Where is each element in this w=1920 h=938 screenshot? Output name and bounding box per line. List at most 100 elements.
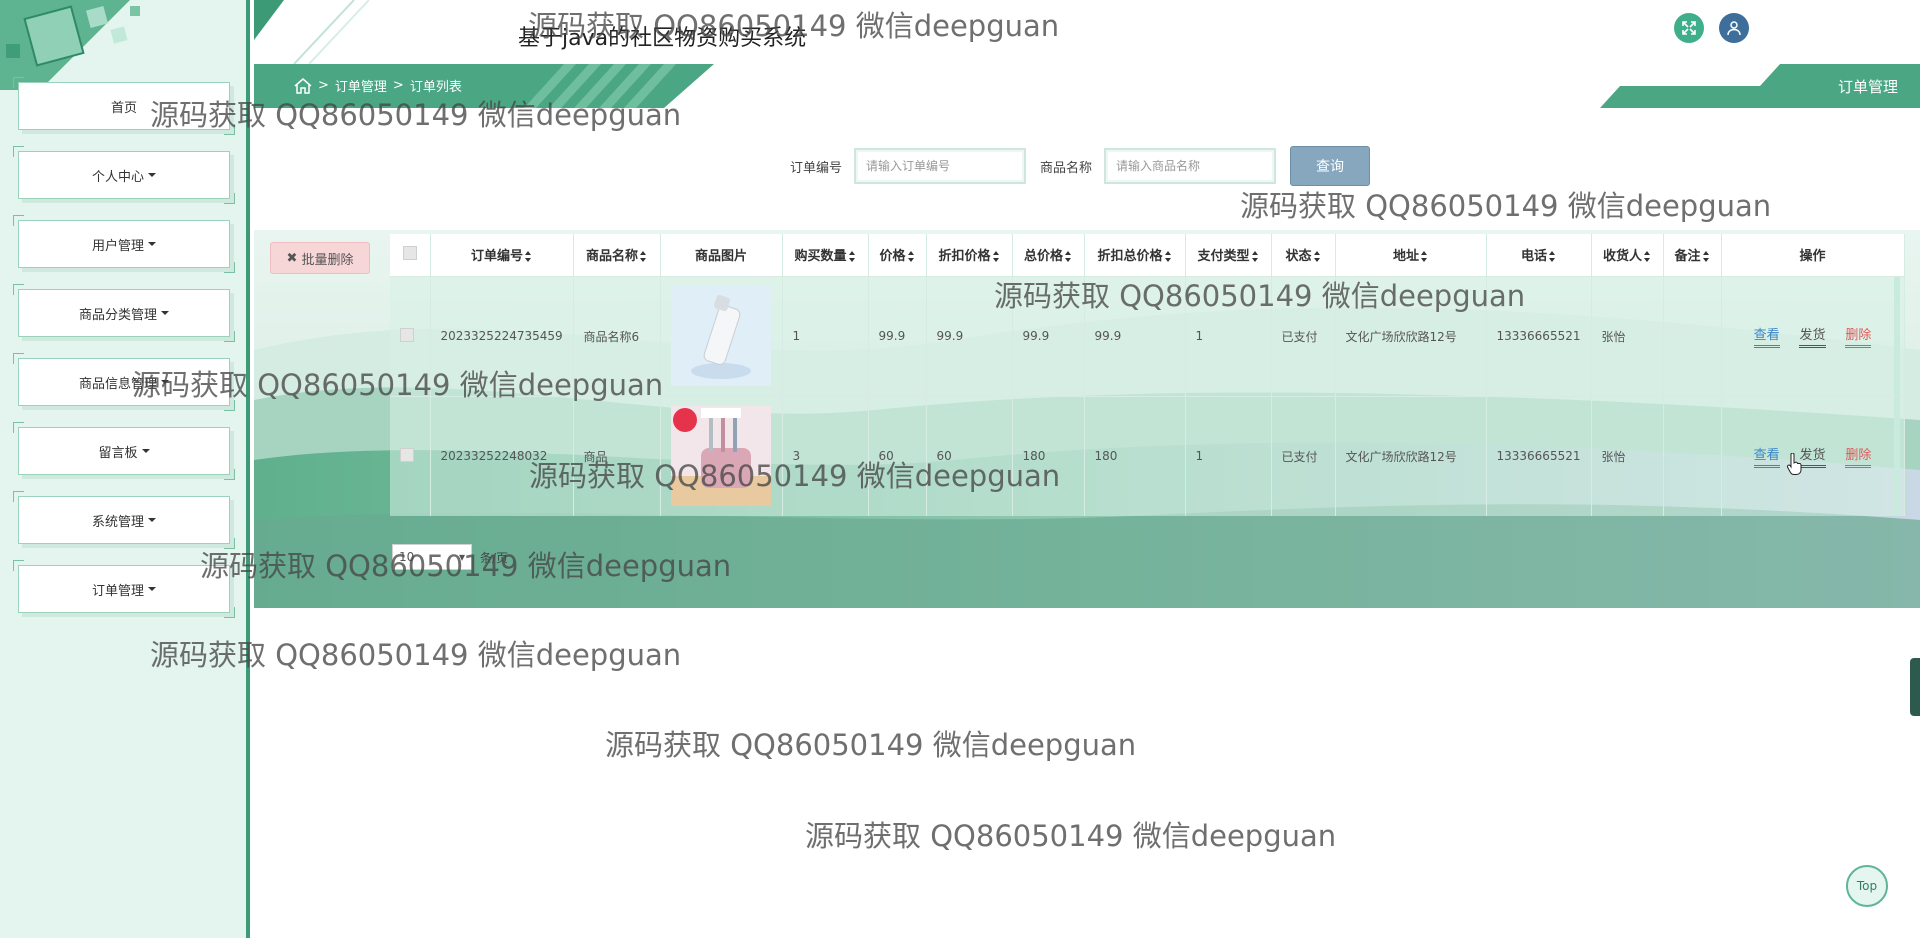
hand-cursor-icon xyxy=(1786,453,1802,475)
sort-icon xyxy=(1313,251,1321,263)
column-header[interactable]: 收货人 xyxy=(1591,234,1664,276)
sidebar-item-message-board[interactable]: 留言板 xyxy=(13,422,235,480)
cell-order-no: 20233252248032 xyxy=(430,396,574,516)
column-header[interactable]: 地址 xyxy=(1335,234,1487,276)
column-header: 操作 xyxy=(1721,234,1905,276)
top-header: 基于java的社区物资购买系统 xyxy=(254,0,1920,64)
page-size-select[interactable]: 10 ▾ xyxy=(392,544,472,570)
caret-down-icon xyxy=(141,449,150,453)
watermark-text: 源码获取 QQ86050149 微信deepguan xyxy=(605,728,1137,762)
column-header[interactable]: 总价格 xyxy=(1012,234,1085,276)
cell-goods-name: 商品名称6 xyxy=(573,276,661,396)
cell-actions: 查看 发货 删除 xyxy=(1721,396,1905,516)
cell-discount-price: 99.9 xyxy=(926,276,1013,396)
column-header[interactable]: 购买数量 xyxy=(782,234,869,276)
back-to-top-button[interactable]: Top xyxy=(1846,865,1888,907)
delete-button[interactable]: 删除 xyxy=(1845,324,1872,348)
cell-status: 已支付 xyxy=(1271,276,1336,396)
column-header: 商品图片 xyxy=(660,234,783,276)
sort-icon xyxy=(848,251,856,263)
breadcrumb: > 订单管理 > 订单列表 xyxy=(294,76,462,95)
cell-receiver: 张怡 xyxy=(1591,396,1664,516)
sidebar-item-personal-center[interactable]: 个人中心 xyxy=(13,146,235,204)
sidebar-item-label: 首页 xyxy=(110,100,137,116)
cell-goods-image xyxy=(660,276,783,396)
sidebar-item-label: 商品信息管理 xyxy=(78,376,157,392)
sort-icon xyxy=(1251,251,1259,263)
cell-address: 文化广场欣欣路12号 xyxy=(1335,276,1487,396)
query-button[interactable]: 查询 xyxy=(1290,146,1371,186)
column-header[interactable]: 商品名称 xyxy=(573,234,661,276)
column-header[interactable]: 价格 xyxy=(868,234,927,276)
expand-icon xyxy=(1682,21,1696,35)
cell-order-no: 2023325224735459 xyxy=(430,276,574,396)
breadcrumb-separator: > xyxy=(392,78,404,93)
cell-discount-total: 99.9 xyxy=(1084,276,1186,396)
pagination: 10 ▾ 条/页 xyxy=(392,544,508,570)
product-image-toothbrush-holder[interactable] xyxy=(670,406,771,507)
goods-name-input[interactable] xyxy=(1104,148,1277,184)
sidebar-item-goods-management[interactable]: 商品信息管理 xyxy=(13,353,235,411)
sidebar-item-home[interactable]: 首页 xyxy=(13,77,235,135)
sidebar-item-label: 系统管理 xyxy=(91,514,144,530)
fullscreen-button[interactable] xyxy=(1674,13,1704,43)
sort-icon xyxy=(525,251,532,263)
cell-price: 99.9 xyxy=(868,276,927,396)
page-title: 订单管理 xyxy=(1837,78,1898,96)
ship-button[interactable]: 发货 xyxy=(1799,444,1826,469)
user-icon xyxy=(1727,21,1741,36)
order-no-input[interactable] xyxy=(854,148,1027,184)
row-checkbox[interactable] xyxy=(400,447,414,462)
cell-price: 60 xyxy=(868,396,927,516)
row-checkbox[interactable] xyxy=(400,327,414,342)
view-button[interactable]: 查看 xyxy=(1753,444,1780,469)
delete-button[interactable]: 删除 xyxy=(1845,444,1872,469)
breadcrumb-order-management[interactable]: 订单管理 xyxy=(335,76,387,95)
cell-phone: 13336665521 xyxy=(1486,276,1592,396)
column-header[interactable]: 电话 xyxy=(1486,234,1592,276)
sort-icon xyxy=(640,251,647,263)
cell-quantity: 1 xyxy=(782,276,869,396)
column-header[interactable]: 折扣总价格 xyxy=(1084,234,1186,276)
table-row: 2023325224735459 商品名称6 1 99.9 99.9 99.9 xyxy=(390,276,1905,396)
home-icon[interactable] xyxy=(294,77,312,94)
column-header[interactable]: 支付类型 xyxy=(1185,234,1272,276)
cell-goods-image xyxy=(660,396,783,516)
product-image-serum[interactable] xyxy=(670,286,771,386)
sort-icon xyxy=(1164,251,1172,263)
cell-total: 180 xyxy=(1012,396,1085,516)
caret-down-icon xyxy=(148,173,156,177)
cell-actions: 查看 发货 删除 xyxy=(1721,276,1905,396)
batch-delete-button[interactable]: ✖ 批量删除 xyxy=(270,242,370,274)
sidebar-item-system-management[interactable]: 系统管理 xyxy=(13,491,235,549)
caret-down-icon xyxy=(148,242,156,246)
sidebar-item-label: 个人中心 xyxy=(91,169,144,185)
column-header[interactable]: 状态 xyxy=(1271,234,1336,276)
cell-status: 已支付 xyxy=(1271,396,1336,516)
caret-down-icon xyxy=(161,380,169,384)
page-size-suffix: 条/页 xyxy=(480,550,509,565)
row-select-cell xyxy=(390,396,431,516)
user-menu-button[interactable] xyxy=(1719,13,1749,43)
sort-icon xyxy=(992,251,1000,263)
breadcrumb-separator: > xyxy=(318,78,329,93)
sidebar-item-label: 订单管理 xyxy=(91,583,144,599)
chevron-down-icon: ▾ xyxy=(458,550,465,564)
view-button[interactable]: 查看 xyxy=(1753,324,1780,348)
select-all-checkbox[interactable] xyxy=(402,245,417,260)
side-drawer-handle[interactable] xyxy=(1910,658,1920,716)
sidebar-item-order-management[interactable]: 订单管理 xyxy=(13,560,235,618)
column-header[interactable]: 订单编号 xyxy=(430,234,574,276)
sort-icon xyxy=(1644,251,1651,263)
cell-total: 99.9 xyxy=(1012,276,1085,396)
cell-phone: 13336665521 xyxy=(1486,396,1592,516)
select-all-cell xyxy=(390,234,431,276)
page-tag-area: 订单管理 xyxy=(1560,64,1920,108)
ship-button[interactable]: 发货 xyxy=(1799,324,1826,348)
column-header[interactable]: 折扣价格 xyxy=(926,234,1013,276)
cell-remark xyxy=(1663,396,1722,516)
sidebar-item-category-management[interactable]: 商品分类管理 xyxy=(13,284,235,342)
sidebar-item-user-management[interactable]: 用户管理 xyxy=(13,215,235,273)
column-header[interactable]: 备注 xyxy=(1663,234,1722,276)
cell-discount-total: 180 xyxy=(1084,396,1186,516)
